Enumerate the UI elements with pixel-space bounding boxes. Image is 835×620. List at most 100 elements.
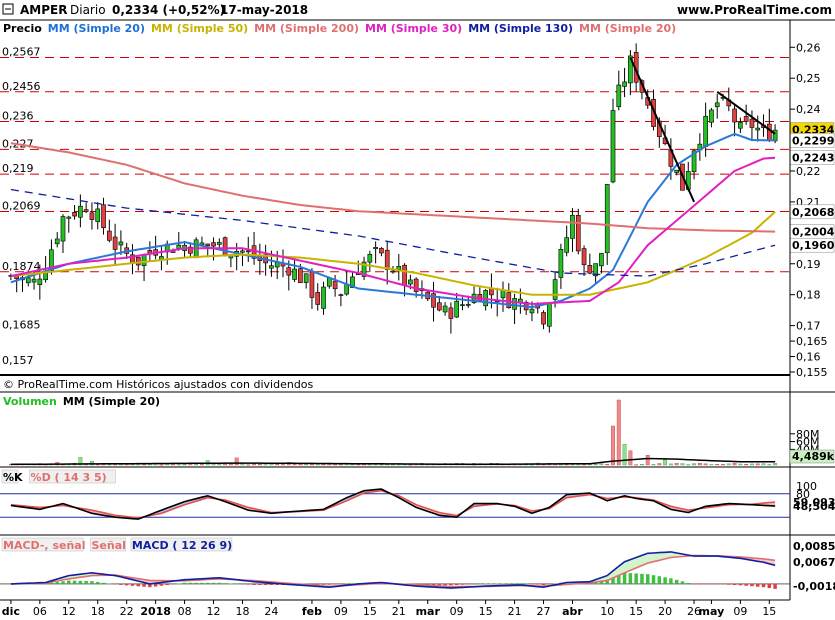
value-box-label-5: 0,1960 [792, 239, 835, 252]
candle-body [112, 236, 118, 250]
macd-hist-bar [732, 583, 737, 585]
candle-body [384, 249, 390, 270]
x-tick-17: 21 [508, 605, 522, 618]
macd-hist-bar [466, 583, 470, 585]
value-box-label-2: 0,2243 [792, 152, 834, 165]
legend-item-0: Precio [3, 22, 42, 35]
candle-body [408, 279, 413, 285]
candle-body [465, 304, 471, 306]
volume-bar [304, 464, 309, 466]
volume-bar [628, 450, 633, 466]
macd-hist-bar [78, 580, 83, 584]
macd-hist-bar [460, 583, 465, 585]
macd-hist-bar [72, 580, 77, 584]
candle-body [66, 216, 72, 219]
last-change: 0,2334 (+0,52%) [112, 3, 225, 17]
macd-hist-bar [159, 583, 164, 586]
candle-body [309, 271, 315, 298]
macd-hist-bar [223, 583, 227, 584]
volume-bar [640, 464, 644, 466]
macd-hist-bar [692, 583, 696, 585]
candle-body [732, 108, 737, 123]
macd-hist-bar [449, 583, 453, 586]
left-level-8: 0,157 [2, 354, 34, 367]
macd-hist-bar [628, 573, 633, 584]
date: 17-may-2018 [220, 3, 308, 17]
candle-body [558, 248, 564, 278]
candle-body [402, 264, 407, 286]
candle-body [338, 294, 344, 296]
volume-bar [321, 464, 326, 466]
macd-hist-bar [269, 583, 274, 585]
macd-hist-bar [703, 583, 708, 585]
macd-hist-bar [472, 583, 476, 585]
macd-hist-bar [750, 583, 754, 587]
left-level-4: 0,219 [2, 162, 34, 175]
volume-bar [680, 463, 685, 466]
candle-body [512, 298, 517, 310]
stoch-value-1: 48,504 [793, 500, 835, 513]
candle-body [25, 277, 31, 284]
volume-bar [107, 464, 112, 466]
legend-item-3: MM (Simple 200) [254, 22, 359, 35]
value-box-label-3: 0,2068 [792, 206, 834, 219]
volume-bar [194, 464, 199, 466]
legend-item-6: MM (Simple 20) [579, 22, 676, 35]
macd-hist-bar [327, 583, 332, 585]
x-tick-4: 22 [120, 605, 134, 618]
macd-hist-bar [686, 582, 690, 584]
volume-bar [697, 462, 702, 466]
value-box-label-1: 0,2299 [792, 134, 834, 147]
volume-bar [692, 463, 696, 466]
volume-bar [744, 464, 749, 466]
price-tick-9: 0,17 [796, 320, 821, 333]
macd-hist-bar [478, 583, 482, 585]
header: AMPER Diario 0,2334 (+0,52%) 17-may-2018… [2, 3, 832, 17]
price-tick-10: 0,165 [796, 335, 828, 348]
x-tick-20: 10 [600, 605, 614, 618]
candle-body [610, 110, 616, 183]
macd-hist-bar [507, 583, 511, 585]
x-tick-1: 06 [33, 605, 47, 618]
candle-body [749, 118, 755, 128]
volume-bar [182, 464, 187, 466]
candle-body [738, 122, 743, 129]
volume-legend-1: MM (Simple 20) [63, 395, 160, 408]
macd-hist-bar [177, 583, 181, 585]
candle-body [205, 243, 211, 246]
macd-hist-bar [339, 583, 343, 585]
chart-layers: Precio MM (Simple 20) MM (Simple 50) MM (Si… [0, 19, 835, 618]
value-box-label-4: 0,2004 [792, 226, 835, 239]
candle-body [83, 209, 89, 213]
macd-hist-bar [738, 583, 743, 586]
candle-body [564, 237, 570, 253]
volume-bar [657, 463, 662, 466]
volume-bar [651, 464, 656, 466]
x-tick-5: 2018 [140, 605, 171, 618]
volume-bar [269, 463, 274, 466]
candle-body [541, 312, 546, 325]
macd-hist-bar [646, 574, 650, 584]
macd-hist-bar [744, 583, 748, 586]
candle-body [379, 248, 384, 254]
candle-body [546, 303, 552, 327]
candle-body [766, 123, 772, 141]
candle-body [500, 289, 506, 299]
volume-bar [564, 464, 569, 466]
volume-bar [668, 463, 673, 466]
macd-hist-bar [443, 583, 447, 586]
site-link[interactable]: www.ProRealTime.com [677, 3, 832, 17]
x-tick-19: abr [562, 605, 583, 618]
volume-value-label: 4,489k [792, 450, 835, 463]
candle-body [95, 208, 101, 223]
candle-body [89, 212, 95, 220]
volume-bar [599, 463, 604, 466]
candle-body [743, 116, 749, 122]
price-tick-12: 0,155 [796, 366, 828, 379]
macd-hist-bar [518, 583, 523, 584]
macd-hist-bar [669, 578, 673, 584]
x-tick-22: 20 [658, 605, 672, 618]
macd-hist-bar [90, 581, 94, 584]
candle-body [78, 205, 83, 218]
macd-hist-bar [153, 583, 158, 587]
